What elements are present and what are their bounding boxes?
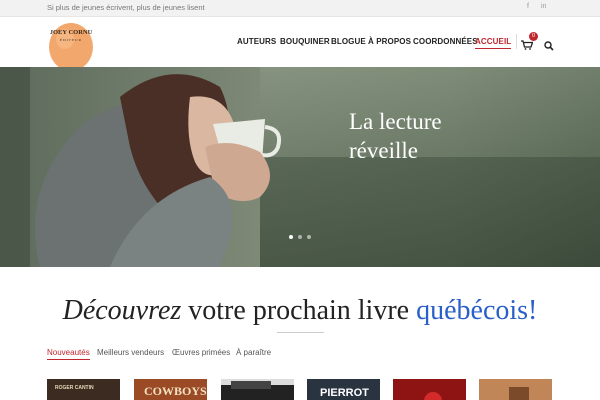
book-cover-art — [393, 379, 466, 400]
headline-divider — [277, 332, 324, 333]
book-cover[interactable]: COWBOYS — [134, 379, 207, 400]
top-bar: Si plus de jeunes écrivent, plus de jeun… — [0, 0, 600, 17]
cart-count-badge: 0 — [529, 32, 538, 41]
book-cover-text: COWBOYS — [144, 384, 207, 398]
logo[interactable]: JOEY CORNU ÉDITEUR — [47, 17, 95, 71]
hero-caption-line1: La lecture — [349, 109, 442, 134]
book-cover-art — [479, 379, 552, 400]
tab-a-paraitre[interactable]: À paraître — [236, 348, 271, 357]
svg-text:ÉDITEUR: ÉDITEUR — [60, 37, 82, 42]
site-header: JOEY CORNU ÉDITEUR AUTEURS BOUQUINER BLO… — [0, 17, 600, 71]
book-cover[interactable] — [479, 379, 552, 400]
tab-oeuvres-primees[interactable]: Œuvres primées — [172, 348, 230, 357]
nav-bouquiner[interactable]: BOUQUINER — [280, 37, 330, 46]
headline-middle: votre prochain livre — [181, 295, 417, 326]
slider-dot-2[interactable] — [298, 235, 302, 239]
hero-caption-line2: réveille — [349, 138, 418, 163]
tab-nouveautes[interactable]: Nouveautés — [47, 348, 90, 360]
tab-meilleurs-vendeurs[interactable]: Meilleurs vendeurs — [97, 348, 164, 357]
linkedin-icon[interactable]: in — [541, 3, 546, 10]
hero-slider: La lecture réveille — [0, 67, 600, 267]
hero-caption: La lecture réveille — [349, 107, 442, 165]
book-cover-text: PIERROT — [320, 387, 369, 399]
svg-text:JOEY CORNU: JOEY CORNU — [50, 29, 93, 36]
headline-highlight: québécois! — [416, 295, 538, 326]
book-cover[interactable]: ROGER CANTIN — [47, 379, 120, 400]
nav-blogue[interactable]: BLOGUE — [331, 37, 366, 46]
facebook-icon[interactable]: f — [527, 3, 529, 10]
nav-coordonnees[interactable]: COORDONNÉES — [413, 37, 478, 46]
book-cover-art — [221, 381, 294, 400]
book-cover[interactable]: PIERROT — [307, 379, 380, 400]
slider-dot-3[interactable] — [307, 235, 311, 239]
search-icon[interactable] — [544, 38, 554, 51]
nav-accueil[interactable]: ACCUEIL — [475, 37, 512, 49]
nav-separator — [516, 34, 517, 49]
headline-italic: Découvrez — [62, 295, 182, 326]
tagline: Si plus de jeunes écrivent, plus de jeun… — [47, 3, 205, 12]
slider-dot-1[interactable] — [289, 235, 293, 239]
book-cover[interactable] — [221, 379, 294, 400]
nav-a-propos[interactable]: À PROPOS — [368, 37, 411, 46]
book-cover[interactable] — [393, 379, 466, 400]
egg-logo-icon: JOEY CORNU ÉDITEUR — [49, 23, 93, 71]
section-headline: Découvrez votre prochain livre québécois… — [0, 295, 600, 327]
nav-auteurs[interactable]: AUTEURS — [237, 37, 276, 46]
book-cover-text: ROGER CANTIN — [55, 385, 94, 391]
